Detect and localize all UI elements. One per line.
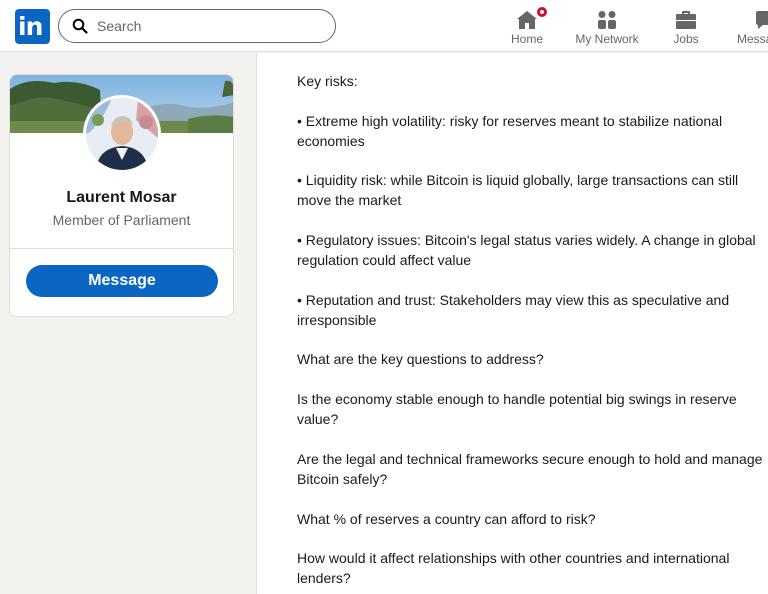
top-nav: in Home My Network Jobs (0, 0, 768, 52)
profile-name[interactable]: Laurent Mosar (10, 189, 233, 207)
post-paragraph: • Regulatory issues: Bitcoin's legal sta… (297, 232, 756, 269)
nav-messaging-label: Messaging (736, 32, 768, 46)
post-paragraph: • Reputation and trust: Stakeholders may… (297, 291, 730, 328)
nav-jobs-label: Jobs (673, 32, 699, 46)
post-paragraph: Is the economy stable enough to handle p… (297, 391, 737, 428)
post-paragraph: Key risks: (297, 73, 358, 89)
post-paragraph: What % of reserves a country can afford … (297, 510, 596, 527)
network-icon (598, 11, 616, 29)
nav-my-network[interactable]: My Network (566, 4, 648, 48)
profile-headline: Member of Parliament (52, 212, 191, 228)
linkedin-logo[interactable]: in (15, 9, 50, 44)
nav-home[interactable]: Home (497, 4, 557, 48)
post-text: Key risks: • Extreme high volatility: ri… (297, 71, 767, 594)
profile-card: Laurent Mosar Member of Parliament Messa… (9, 74, 234, 317)
logo-text: in (18, 12, 43, 41)
post-paragraph: What are the key questions to address? (297, 351, 544, 368)
avatar[interactable] (83, 95, 161, 173)
messaging-icon (756, 11, 768, 29)
card-divider (10, 248, 233, 249)
briefcase-icon (676, 11, 696, 29)
post-paragraph: How would it affect relationships with o… (297, 550, 730, 587)
search-box[interactable] (58, 9, 336, 43)
post-paragraph: • Liquidity risk: while Bitcoin is liqui… (297, 172, 739, 209)
nav-my-network-label: My Network (575, 32, 639, 46)
nav-messaging[interactable]: Messaging (726, 4, 768, 48)
search-input[interactable] (97, 16, 317, 36)
profile-photo (86, 98, 158, 170)
notification-badge (535, 5, 549, 19)
message-button[interactable]: Message (26, 265, 218, 297)
nav-jobs[interactable]: Jobs (660, 4, 712, 48)
nav-home-label: Home (510, 32, 543, 46)
post-panel: Key risks: • Extreme high volatility: ri… (256, 53, 768, 594)
post-paragraph: • Extreme high volatility: risky for res… (297, 112, 723, 149)
search-icon (72, 18, 88, 34)
post-paragraph: Are the legal and technical frameworks s… (297, 450, 763, 487)
